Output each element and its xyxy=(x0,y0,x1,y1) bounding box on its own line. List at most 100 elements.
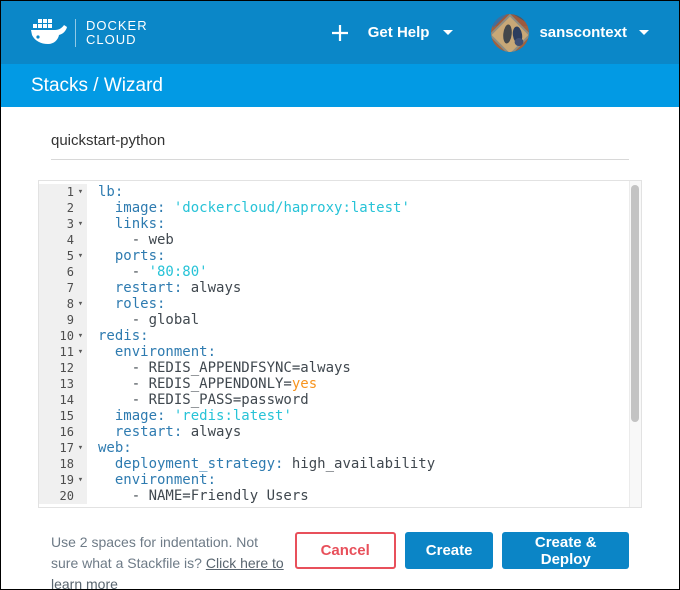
chevron-down-icon xyxy=(639,30,649,35)
editor-line[interactable]: 13 - REDIS_APPENDONLY=yes xyxy=(39,376,641,392)
gutter-cell[interactable]: 17▾ xyxy=(39,440,87,456)
editor-line[interactable]: 10▾redis: xyxy=(39,328,641,344)
code-line[interactable]: web: xyxy=(87,440,132,456)
user-menu[interactable]: sanscontext xyxy=(539,24,649,41)
create-button[interactable]: Create xyxy=(405,532,494,569)
code-line[interactable]: deployment_strategy: high_availability xyxy=(87,456,435,472)
editor-line[interactable]: 1▾lb: xyxy=(39,184,641,200)
editor-line[interactable]: 9 - global xyxy=(39,312,641,328)
get-help-menu[interactable]: Get Help xyxy=(368,24,454,41)
line-number: 4 xyxy=(67,232,74,248)
gutter-cell: 9 xyxy=(39,312,87,328)
stackfile-editor[interactable]: 1▾lb:2 image: 'dockercloud/haproxy:lates… xyxy=(38,180,642,508)
code-line[interactable]: restart: always xyxy=(87,280,241,296)
app-header: DOCKER CLOUD Get Help xyxy=(1,1,679,64)
code-line[interactable]: redis: xyxy=(87,328,149,344)
docker-cloud-logo[interactable]: DOCKER CLOUD xyxy=(31,18,148,48)
line-number: 5 xyxy=(67,248,74,264)
plus-icon xyxy=(331,30,349,45)
gutter-cell[interactable]: 19▾ xyxy=(39,472,87,488)
line-number: 8 xyxy=(67,296,74,312)
gutter-cell[interactable]: 1▾ xyxy=(39,184,87,200)
code-line[interactable]: image: 'redis:latest' xyxy=(87,408,292,424)
editor-line[interactable]: 18 deployment_strategy: high_availabilit… xyxy=(39,456,641,472)
editor-scrollbar-thumb[interactable] xyxy=(631,185,639,422)
editor-line[interactable]: 15 image: 'redis:latest' xyxy=(39,408,641,424)
editor-line[interactable]: 12 - REDIS_APPENDFSYNC=always xyxy=(39,360,641,376)
gutter-cell[interactable]: 5▾ xyxy=(39,248,87,264)
editor-line[interactable]: 20 - NAME=Friendly Users xyxy=(39,488,641,504)
code-line[interactable]: environment: xyxy=(87,472,216,488)
avatar[interactable] xyxy=(491,14,529,52)
fold-arrow-icon[interactable]: ▾ xyxy=(74,472,87,488)
gutter-cell: 18 xyxy=(39,456,87,472)
stack-name-input[interactable] xyxy=(51,126,629,160)
line-number: 3 xyxy=(67,216,74,232)
code-line[interactable]: - web xyxy=(87,232,174,248)
code-line[interactable]: - REDIS_PASS=password xyxy=(87,392,309,408)
line-number: 13 xyxy=(60,376,74,392)
gutter-cell[interactable]: 3▾ xyxy=(39,216,87,232)
code-line[interactable]: image: 'dockercloud/haproxy:latest' xyxy=(87,200,410,216)
gutter-cell: 4 xyxy=(39,232,87,248)
code-line[interactable]: - NAME=Friendly Users xyxy=(87,488,309,504)
fold-arrow-icon[interactable]: ▾ xyxy=(74,184,87,200)
line-number: 15 xyxy=(60,408,74,424)
editor-line[interactable]: 5▾ ports: xyxy=(39,248,641,264)
code-line[interactable]: ports: xyxy=(87,248,165,264)
gutter-cell: 14 xyxy=(39,392,87,408)
fold-arrow-icon[interactable]: ▾ xyxy=(74,328,87,344)
editor-line[interactable]: 2 image: 'dockercloud/haproxy:latest' xyxy=(39,200,641,216)
cancel-button[interactable]: Cancel xyxy=(295,532,396,569)
logo-line-2: CLOUD xyxy=(86,32,137,47)
code-line[interactable]: - REDIS_APPENDONLY=yes xyxy=(87,376,317,392)
fold-arrow-icon[interactable]: ▾ xyxy=(74,248,87,264)
app-window: DOCKER CLOUD Get Help xyxy=(0,0,680,590)
breadcrumb-bar: Stacks / Wizard xyxy=(1,64,679,107)
gutter-cell: 2 xyxy=(39,200,87,216)
logo-text: DOCKER CLOUD xyxy=(86,19,148,47)
editor-line[interactable]: 11▾ environment: xyxy=(39,344,641,360)
editor-line[interactable]: 19▾ environment: xyxy=(39,472,641,488)
code-line[interactable]: lb: xyxy=(87,184,123,200)
breadcrumb: Stacks / Wizard xyxy=(31,75,163,97)
gutter-cell: 20 xyxy=(39,488,87,504)
editor-line[interactable]: 17▾web: xyxy=(39,440,641,456)
editor-line[interactable]: 16 restart: always xyxy=(39,424,641,440)
gutter-cell[interactable]: 10▾ xyxy=(39,328,87,344)
indentation-hint: Use 2 spaces for indentation. Not sure w… xyxy=(51,532,286,590)
fold-arrow-icon[interactable]: ▾ xyxy=(74,216,87,232)
code-line[interactable]: - '80:80' xyxy=(87,264,208,280)
line-number: 11 xyxy=(60,344,74,360)
gutter-cell[interactable]: 11▾ xyxy=(39,344,87,360)
fold-arrow-icon[interactable]: ▾ xyxy=(74,296,87,312)
username-label: sanscontext xyxy=(539,24,627,41)
logo-divider xyxy=(75,19,76,47)
gutter-cell: 13 xyxy=(39,376,87,392)
line-number: 2 xyxy=(67,200,74,216)
gutter-cell[interactable]: 8▾ xyxy=(39,296,87,312)
code-line[interactable]: restart: always xyxy=(87,424,241,440)
code-line[interactable]: - REDIS_APPENDFSYNC=always xyxy=(87,360,351,376)
fold-arrow-icon[interactable]: ▾ xyxy=(74,344,87,360)
line-number: 16 xyxy=(60,424,74,440)
line-number: 1 xyxy=(67,184,74,200)
line-number: 17 xyxy=(60,440,74,456)
code-line[interactable]: - global xyxy=(87,312,199,328)
add-stack-button[interactable] xyxy=(327,20,353,46)
editor-line[interactable]: 3▾ links: xyxy=(39,216,641,232)
editor-line[interactable]: 8▾ roles: xyxy=(39,296,641,312)
editor-line[interactable]: 14 - REDIS_PASS=password xyxy=(39,392,641,408)
create-and-deploy-button[interactable]: Create & Deploy xyxy=(502,532,629,569)
editor-line[interactable]: 4 - web xyxy=(39,232,641,248)
fold-arrow-icon[interactable]: ▾ xyxy=(74,440,87,456)
line-number: 6 xyxy=(67,264,74,280)
code-line[interactable]: roles: xyxy=(87,296,165,312)
gutter-cell: 16 xyxy=(39,424,87,440)
docker-whale-icon xyxy=(31,18,67,48)
editor-scrollbar-track[interactable] xyxy=(629,181,641,507)
editor-line[interactable]: 6 - '80:80' xyxy=(39,264,641,280)
code-line[interactable]: links: xyxy=(87,216,165,232)
editor-line[interactable]: 7 restart: always xyxy=(39,280,641,296)
code-line[interactable]: environment: xyxy=(87,344,216,360)
